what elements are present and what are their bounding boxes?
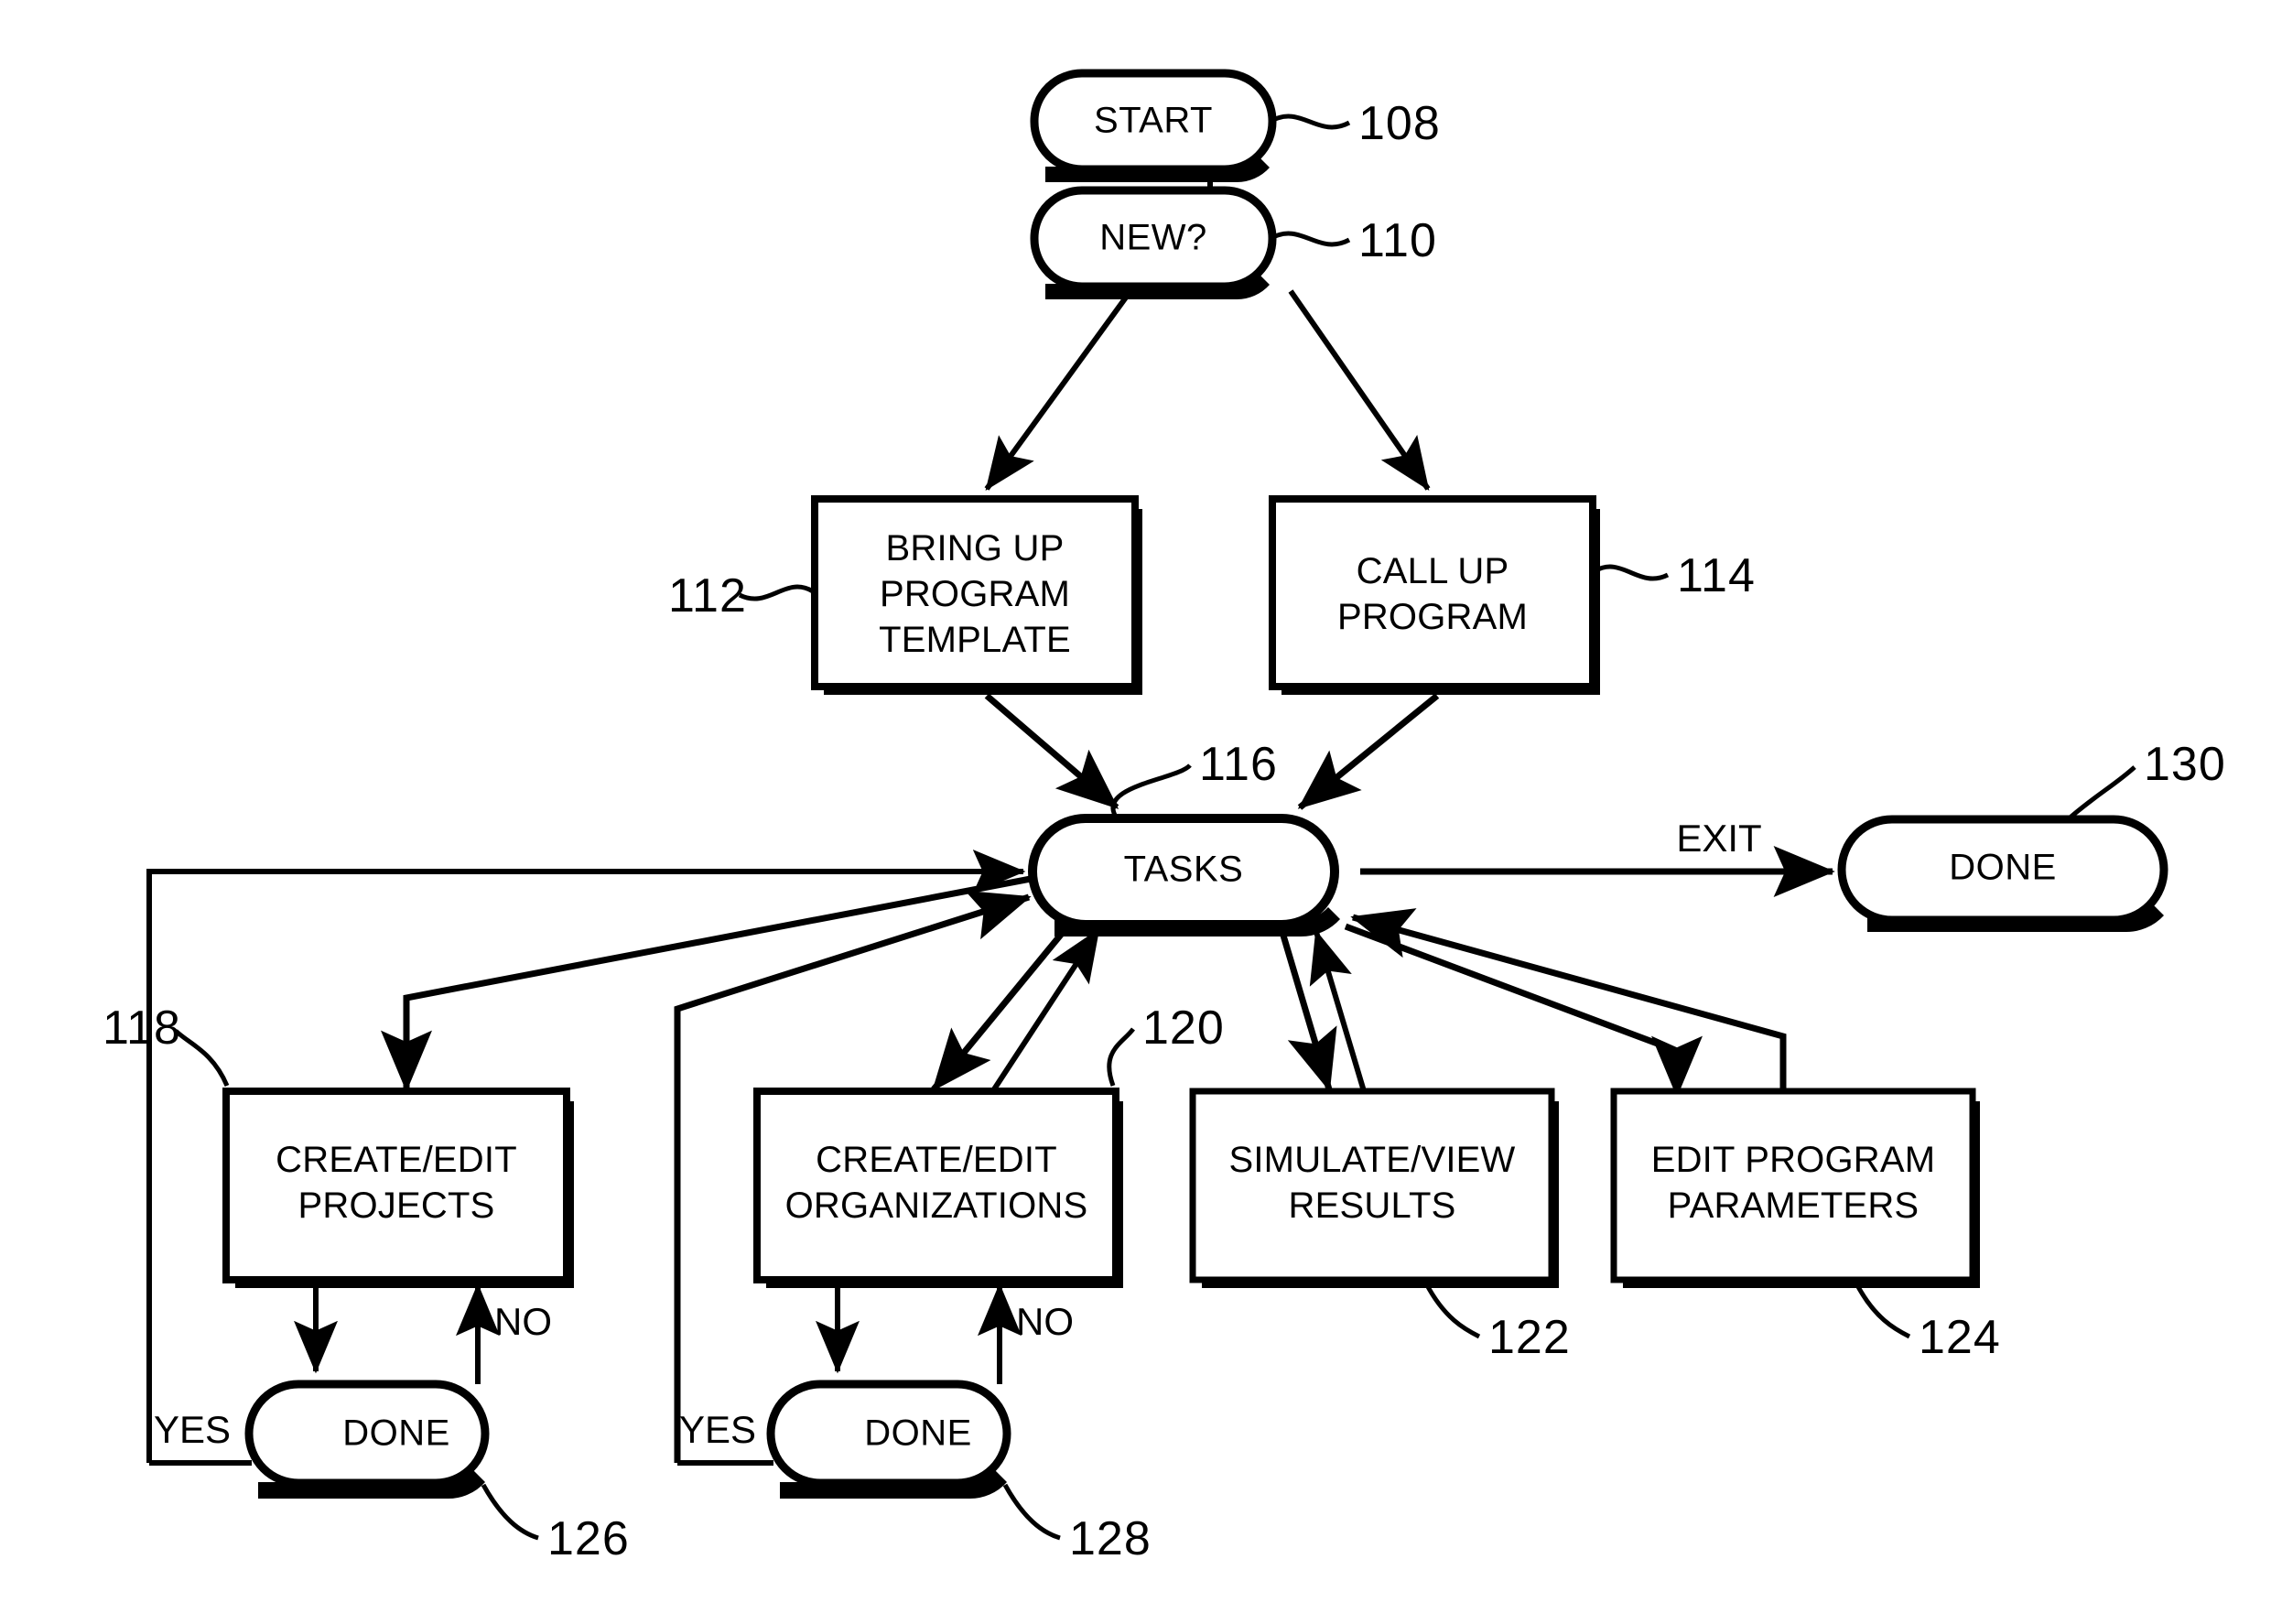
- node-simulate-view-label-line1: SIMULATE/VIEW: [1228, 1140, 1515, 1180]
- flowchart-figure: START NEW? BRING UP PROGRAM TEMPLATE CAL…: [0, 0, 2271, 1624]
- ref-number-128: 128: [1069, 1512, 1152, 1565]
- leader-128: [1002, 1483, 1061, 1541]
- node-done-orgs-label: DONE: [864, 1413, 972, 1454]
- edge-label-exit: EXIT: [1676, 817, 1761, 860]
- ref-number-118: 118: [103, 1001, 181, 1055]
- node-done-projects-label: DONE: [342, 1413, 450, 1454]
- edge-tasks-to-edit-params: [1344, 923, 1703, 1098]
- edge-callup-to-tasks: [1297, 693, 1440, 810]
- edge-label-no-projects: NO: [494, 1300, 552, 1343]
- node-callup-shape: [1269, 495, 1596, 690]
- leader-114: [1593, 564, 1670, 581]
- leader-118: [174, 1029, 230, 1087]
- leader-108: [1270, 114, 1351, 130]
- ref-number-124: 124: [1919, 1311, 2001, 1364]
- leader-116: [1110, 763, 1192, 820]
- node-create-orgs-label-line1: CREATE/EDIT: [816, 1140, 1057, 1180]
- ref-number-126: 126: [547, 1512, 630, 1565]
- ref-number-112: 112: [668, 569, 747, 623]
- leader-112: [738, 584, 815, 601]
- node-create-orgs-label-line2: ORGANIZATIONS: [785, 1186, 1088, 1226]
- edge-label-yes-orgs: YES: [679, 1408, 756, 1451]
- node-create-projects-label-line2: PROJECTS: [298, 1186, 495, 1226]
- edge-new-to-callup: [1288, 289, 1431, 491]
- node-bringup-label-line1: BRING UP: [886, 528, 1065, 568]
- edge-bringup-to-tasks: [984, 693, 1119, 810]
- edge-edit-params-to-tasks: [1350, 908, 1787, 1095]
- node-edit-params-label-line2: PARAMETERS: [1668, 1186, 1920, 1226]
- leader-122: [1423, 1282, 1481, 1339]
- leader-130: [2065, 765, 2136, 822]
- edge-new-to-bringup: [984, 289, 1133, 491]
- edge-label-yes-projects: YES: [154, 1408, 231, 1451]
- ref-number-130: 130: [2144, 738, 2226, 791]
- ref-number-122: 122: [1488, 1311, 1571, 1364]
- leader-124: [1854, 1282, 1911, 1339]
- node-create-projects-label-line1: CREATE/EDIT: [276, 1140, 517, 1180]
- ref-number-116: 116: [1199, 738, 1278, 791]
- node-callup-label-line2: PROGRAM: [1337, 597, 1528, 637]
- ref-number-120: 120: [1142, 1001, 1225, 1055]
- ref-number-108: 108: [1358, 97, 1441, 150]
- ref-number-114: 114: [1677, 549, 1756, 602]
- node-new-label: NEW?: [1099, 218, 1207, 258]
- node-edit-params-label-line1: EDIT PROGRAM: [1651, 1140, 1936, 1180]
- ref-number-110: 110: [1358, 214, 1437, 267]
- node-bringup-label-line3: TEMPLATE: [879, 620, 1071, 660]
- leader-120: [1107, 1027, 1135, 1087]
- leader-126: [481, 1483, 539, 1541]
- node-start-label: START: [1094, 101, 1213, 141]
- node-shapes: [222, 69, 2168, 1488]
- node-tasks-label: TASKS: [1124, 850, 1244, 890]
- node-callup-label-line1: CALL UP: [1357, 551, 1509, 591]
- node-simulate-view-label-line2: RESULTS: [1289, 1186, 1456, 1226]
- leader-110: [1270, 231, 1351, 247]
- edge-tasks-to-create-projects: [381, 875, 1032, 1092]
- edge-label-no-orgs: NO: [1016, 1300, 1074, 1343]
- node-done-exit-label: DONE: [1949, 848, 2057, 888]
- node-bringup-label-line2: PROGRAM: [880, 574, 1070, 614]
